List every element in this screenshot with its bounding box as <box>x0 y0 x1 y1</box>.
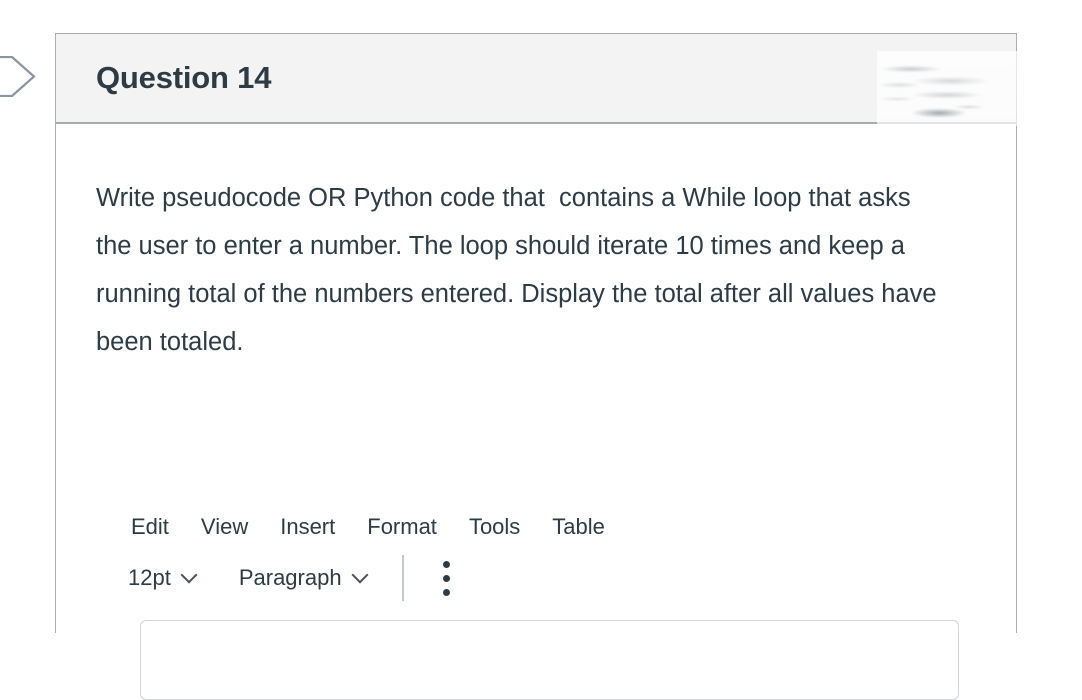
question-card-body: Write pseudocode OR Python code that con… <box>56 124 1016 700</box>
question-card: Question 14 Write pseudocode OR Python c… <box>55 33 1017 700</box>
editor-toolbar: 12pt Paragraph <box>98 550 978 606</box>
block-format-select[interactable]: Paragraph <box>229 561 378 595</box>
smudge-marks <box>877 51 1017 126</box>
menu-item-format[interactable]: Format <box>354 512 450 542</box>
block-format-value: Paragraph <box>238 565 342 590</box>
chevron-down-icon <box>182 568 197 583</box>
question-prompt-text: Write pseudocode OR Python code that con… <box>96 184 944 356</box>
kebab-dot <box>443 588 451 596</box>
page-title: Question 14 <box>96 60 272 95</box>
menu-item-table[interactable]: Table <box>539 512 618 542</box>
flag-pointer-tab-icon[interactable] <box>0 56 36 97</box>
redacted-smudge-icon <box>877 51 1017 126</box>
menu-item-insert[interactable]: Insert <box>267 512 348 542</box>
chevron-down-icon <box>353 568 368 583</box>
toolbar-divider <box>401 555 404 601</box>
kebab-dot <box>443 560 451 568</box>
editor-menubar: Edit View Insert Format Tools Table <box>98 504 978 550</box>
kebab-vertical-icon[interactable] <box>432 558 462 598</box>
menu-item-view[interactable]: View <box>188 512 261 542</box>
menu-item-tools[interactable]: Tools <box>456 512 533 542</box>
page-root: Question 14 Write pseudocode OR Python c… <box>0 0 1082 700</box>
menu-item-edit[interactable]: Edit <box>118 512 182 542</box>
kebab-dot <box>443 574 451 582</box>
editor-content-area[interactable] <box>140 620 959 700</box>
font-size-select[interactable]: 12pt <box>118 561 207 595</box>
font-size-value: 12pt <box>128 565 171 590</box>
question-card-header: Question 14 <box>56 34 1017 126</box>
smudge-wash <box>877 51 1017 126</box>
rich-content-editor: Edit View Insert Format Tools Table 12pt… <box>98 504 978 700</box>
